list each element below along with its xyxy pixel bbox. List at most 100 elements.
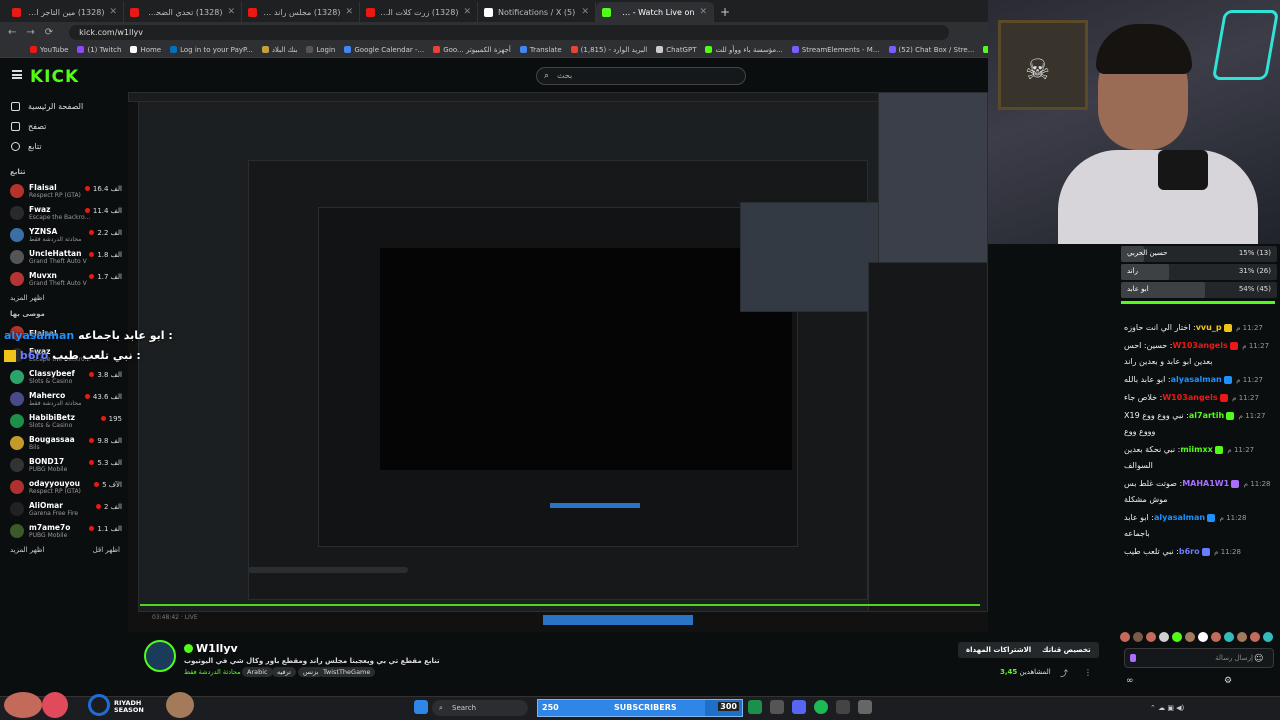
emoji-icon[interactable]: ☺ (1254, 654, 1263, 664)
tag-twistthegame[interactable]: TwistTheGame (318, 667, 376, 677)
chat-username[interactable]: miimxx (1180, 445, 1212, 454)
tag-entertainment[interactable]: ترفيه (272, 667, 296, 677)
stream-category[interactable]: محادثة الدردشة فقط (184, 668, 241, 676)
chat-username[interactable]: al7artih (1189, 411, 1224, 420)
bookmark-item[interactable]: بنك البلاد (261, 46, 297, 54)
chat-message: 11:28 م MAHA1W1: صوتت غلط بس موش مشكلة (1124, 479, 1271, 504)
sidebar-channel[interactable]: Classybeef Slots & Casino 3.8 الف (0, 366, 128, 388)
poll-option[interactable]: راند 31% (26) (1121, 264, 1277, 280)
chat-username[interactable]: alyasalman (1171, 375, 1222, 384)
reload-icon[interactable]: ⟳ (45, 27, 53, 38)
channel-avatar[interactable] (144, 640, 176, 672)
close-icon[interactable]: ✕ (581, 7, 589, 17)
show-more-link-2[interactable]: اظهر المزيد (0, 546, 44, 554)
close-icon[interactable]: ✕ (463, 7, 471, 17)
taskbar-app-2[interactable] (770, 700, 784, 714)
browser-tab[interactable]: (1328) مجلس راند سوالف وموات... ✕ (242, 2, 360, 22)
browser-tab[interactable]: (1328) مين التاجر الأفضل بين أن... ✕ (6, 2, 124, 22)
bookmark-item[interactable]: YouTube (30, 46, 68, 54)
video-player[interactable]: 03:48:42 · LIVE (128, 92, 988, 632)
riyadh-season-logo (88, 694, 110, 716)
bookmark-item[interactable]: مؤسسة باء ووأو للت... (705, 46, 783, 54)
chat-input[interactable]: إرسال رسالة (1124, 648, 1274, 668)
sidebar-channel[interactable]: BOND17 PUBG Mobile 5.3 الف (0, 454, 128, 476)
bookmark-item[interactable]: البريد الوارد - (1,815) (570, 46, 647, 54)
browser-tab[interactable]: (1328) زرت كلات السعودية ادو... ✕ (360, 2, 478, 22)
sidebar-channel[interactable]: Muvxn Grand Theft Auto V 1.7 الف (0, 268, 128, 290)
gear-icon[interactable]: ⚙ (1224, 676, 1232, 686)
viewer-count-small: 9.8 الف (89, 437, 122, 445)
new-tab-button[interactable]: + (720, 2, 730, 22)
tag-arabic[interactable]: Arabic (242, 667, 273, 677)
chat-username[interactable]: alyasalman (1154, 513, 1205, 522)
viewer-count-small: 1.8 الف (89, 251, 122, 259)
discord-icon[interactable] (792, 700, 806, 714)
customize-channel-button[interactable]: تخصيص قناتك (1034, 642, 1099, 658)
sidebar-channel[interactable]: YZNSA محادثة الدردشة فقط 2.2 الف (0, 224, 128, 246)
browser-tab[interactable]: (5) Notifications / X ✕ (478, 2, 596, 22)
bookmark-item[interactable]: Google Calendar -... (344, 46, 424, 54)
live-dot-icon (89, 230, 95, 235)
viewer-count-small: 5 الآف (94, 481, 122, 489)
kick-logo[interactable]: KICK (30, 67, 79, 87)
taskbar-app-4[interactable] (858, 700, 872, 714)
nav-browse[interactable]: تصفح (0, 116, 128, 136)
bookmark-item[interactable]: Goo... أجهزة الكمبيوتر (433, 46, 511, 54)
sidebar-channel[interactable]: Fwaz Escape the Backro... 11.4 الف (0, 202, 128, 224)
channel-name[interactable]: W1llyv (196, 642, 238, 655)
bookmark-item[interactable]: Home (130, 46, 161, 54)
browser-tab[interactable]: (1328) تحدي الضحك + الحرف ف... ✕ (124, 2, 242, 22)
sidebar-channel[interactable]: UncleHattan Grand Theft Auto V 1.8 الف (0, 246, 128, 268)
chat-username[interactable]: MAHA1W1 (1182, 479, 1229, 488)
bookmark-item[interactable]: Log in to your PayP... (170, 46, 253, 54)
forward-icon[interactable]: → (26, 27, 34, 38)
chat-username[interactable]: W103angels (1172, 341, 1227, 350)
chat-username[interactable]: b6ro (1179, 547, 1200, 556)
bookmark-item[interactable]: (52) Chat Box / Stre... (888, 46, 974, 54)
sidebar-channel[interactable]: odayyouyou Respect RP (GTA) 5 الآف (0, 476, 128, 498)
windows-start-icon[interactable] (414, 700, 428, 714)
taskbar-search[interactable]: ⌕ Search (432, 700, 528, 716)
show-more-link[interactable]: اظهر المزيد (0, 294, 128, 302)
poll-option[interactable]: ابو عابد 54% (45) (1121, 282, 1277, 298)
browse-icon (11, 121, 20, 131)
taskbar-app-3[interactable] (836, 700, 850, 714)
close-icon[interactable]: ✕ (227, 7, 235, 17)
browser-tab[interactable]: W1llyv Stream - Watch Live on... ✕ (596, 2, 714, 22)
more-options-icon[interactable]: ⋮ (1084, 668, 1092, 677)
nav-home[interactable]: الصفحة الرئيسية (0, 96, 128, 116)
menu-icon[interactable] (12, 70, 22, 79)
live-dot-icon (89, 252, 95, 257)
bookmark-item[interactable]: StreamElements - M... (791, 46, 880, 54)
chat-settings-icon[interactable]: ∞ (1126, 676, 1134, 686)
sidebar-channel[interactable]: AliOmar Garena Free Fire 2 الف (0, 498, 128, 520)
bookmark-item[interactable]: (1) Twitch (77, 46, 121, 54)
bookmark-item[interactable]: Login (306, 46, 335, 54)
search-input[interactable]: ⌕ بحث (536, 67, 746, 85)
bookmark-item[interactable]: Translate (519, 46, 562, 54)
bookmark-item[interactable]: ChatGPT (656, 46, 696, 54)
url-field[interactable]: kick.com/w1llyv (69, 24, 950, 40)
share-icon[interactable]: ⤴ (1060, 668, 1068, 679)
channel-game: Garena Free Fire (29, 509, 79, 517)
close-icon[interactable]: ✕ (699, 7, 707, 17)
spotify-icon[interactable] (814, 700, 828, 714)
sidebar-channel[interactable]: Bougassaa Bils 9.8 الف (0, 432, 128, 454)
sidebar-channel[interactable]: Maherco محادثة الدردشة فقط 43.6 الف (0, 388, 128, 410)
poll-option[interactable]: حسين الحربي 15% (13) (1121, 246, 1277, 262)
chat-username[interactable]: W103angels (1162, 393, 1217, 402)
close-icon[interactable]: ✕ (345, 7, 353, 17)
channel-game: Respect RP (GTA) (29, 487, 81, 495)
sidebar-channel[interactable]: HabibiBetz Slots & Casino 195 (0, 410, 128, 432)
close-icon[interactable]: ✕ (109, 7, 117, 17)
sidebar-channel[interactable]: FIaisal Respect RP (GTA) 16.4 الف (0, 180, 128, 202)
sidebar-channel[interactable]: m7ame7o PUBG Mobile 1.1 الف (0, 520, 128, 542)
show-less-link[interactable]: اظهر اقل (83, 546, 120, 554)
nav-following[interactable]: تتابع (0, 136, 128, 156)
taskbar-app-1[interactable] (748, 700, 762, 714)
system-tray[interactable]: ⌃ ☁ ▣ ◀) (1150, 704, 1184, 712)
sub-badge-icon (1207, 513, 1216, 522)
chat-username[interactable]: vvu_p (1196, 323, 1222, 332)
viewer-count-small: 5.3 الف (89, 459, 122, 467)
back-icon[interactable]: ← (8, 27, 16, 38)
